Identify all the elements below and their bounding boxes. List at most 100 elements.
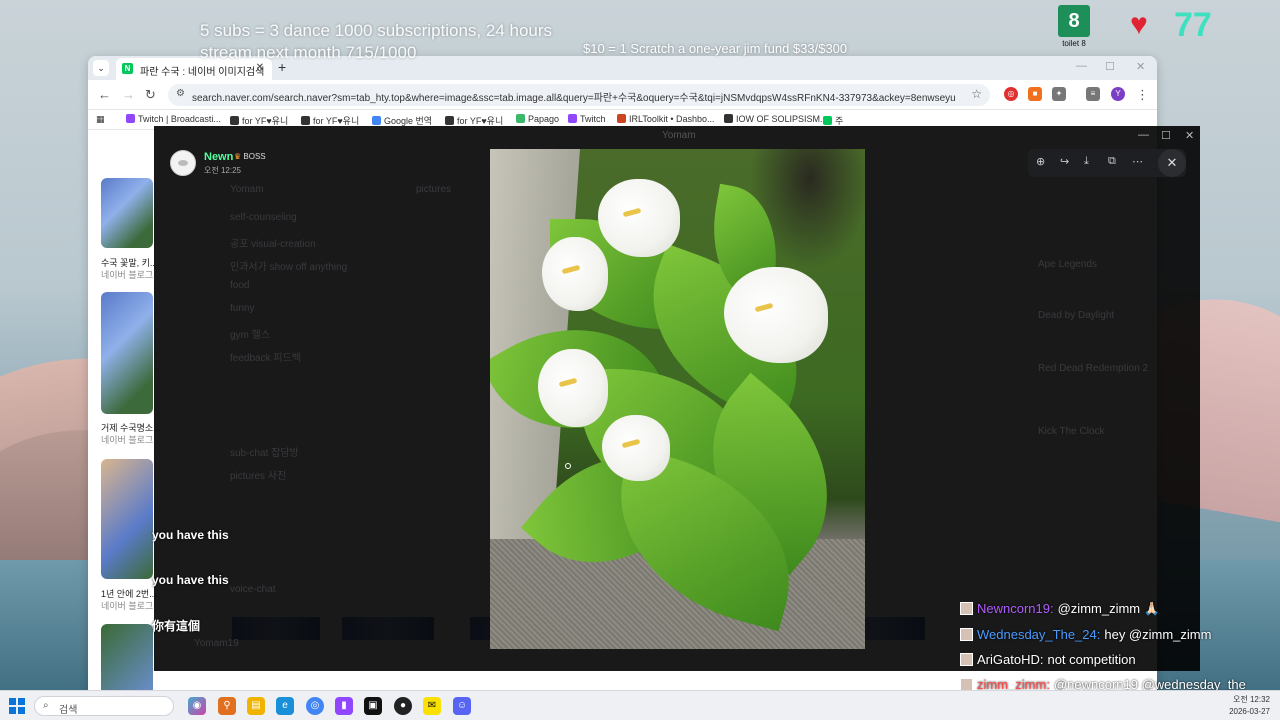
app-icon[interactable]: ● <box>394 697 412 715</box>
server-name: Yomam <box>230 184 264 195</box>
channel-item[interactable]: feedback 피드백 <box>230 349 301 364</box>
forward-icon[interactable]: ↪ <box>1060 155 1069 168</box>
image-flower <box>602 415 670 481</box>
back-icon[interactable]: ← <box>98 87 111 102</box>
maximize-icon[interactable]: ☐ <box>1161 129 1171 142</box>
chat-username: AriGatoHD: <box>977 652 1044 667</box>
bookmark-item[interactable]: IRLToolkit • Dashbo... <box>617 114 715 124</box>
copilot-icon[interactable]: ◉ <box>188 697 206 715</box>
image-viewer-modal: Yomam — ☐ ✕ Yomam pictures self-counseli… <box>154 126 1200 671</box>
bookmark-item[interactable]: Twitch <box>568 114 606 124</box>
discord-window-title: Yomam <box>662 130 696 141</box>
search-icon: ⌕ <box>43 700 49 711</box>
image-flower <box>542 237 608 311</box>
post-timestamp: 오전 12:25 <box>204 166 241 175</box>
url-text: search.naver.com/search.naver?sm=tab_hty… <box>192 93 956 104</box>
channel-header: pictures <box>416 184 452 195</box>
subtitle-line: 你有這個 <box>152 619 201 633</box>
maximize-icon[interactable]: ☐ <box>1105 60 1115 73</box>
result-thumbnail[interactable] <box>101 178 153 248</box>
image-flower <box>538 349 608 427</box>
more-icon[interactable]: ⋯ <box>1132 155 1143 168</box>
address-row: ← → ↻ ⚙ search.naver.com/search.naver?sm… <box>88 80 1157 110</box>
result-source: 네이버 블로그 <box>101 435 154 445</box>
edge-icon[interactable]: e <box>276 697 294 715</box>
taskbar: ⌕ 검색 ◉ ⚲ ▤ e ◎ ▮ ▣ ● ✉ ☺ 오전 12:32 2026-0… <box>0 690 1280 720</box>
avatar[interactable] <box>170 150 196 176</box>
chat-badge-icon <box>960 653 973 666</box>
tab-search-icon[interactable]: ⌄ <box>93 60 109 76</box>
close-viewer-icon[interactable]: ✕ <box>1158 149 1186 177</box>
channel-item[interactable]: gym 헬스 <box>230 326 270 341</box>
clock-time: 오전 12:32 <box>1233 695 1270 704</box>
twitch-icon[interactable]: ▮ <box>335 697 353 715</box>
extension-icon[interactable]: ◎ <box>1004 87 1018 101</box>
channel-item[interactable]: sub-chat 잡담방 <box>230 444 299 459</box>
minimize-icon[interactable]: — <box>1138 129 1149 141</box>
zoom-icon[interactable]: ⊕ <box>1036 155 1045 168</box>
extension-icon[interactable]: ■ <box>1028 87 1042 101</box>
channel-item[interactable]: 공포 visual-creation <box>230 235 316 250</box>
subtitle-line: you have this <box>152 528 229 542</box>
heart-count: 77 <box>1174 6 1212 44</box>
image-flower <box>598 179 680 257</box>
result-thumbnail[interactable] <box>101 459 153 579</box>
result-thumbnail[interactable] <box>101 292 153 414</box>
chat-message: AriGatoHD: not competition <box>960 652 1136 667</box>
sub-counter-label: toilet 8 <box>1062 39 1086 48</box>
system-clock[interactable]: 오전 12:32 2026-03-27 <box>1229 694 1270 718</box>
discord-icon[interactable]: ☺ <box>453 697 471 715</box>
taskbar-search[interactable]: ⌕ 검색 <box>34 696 174 716</box>
channel-item[interactable]: voice-chat <box>230 584 276 595</box>
channel-item[interactable]: food <box>230 280 249 291</box>
address-bar[interactable]: ⚙ search.naver.com/search.naver?sm=tab_h… <box>168 84 990 106</box>
chat-badge-icon <box>960 628 973 641</box>
apps-grid-icon[interactable]: ▦ <box>96 114 105 125</box>
channel-item[interactable]: 인과서가 show off anything <box>230 258 347 273</box>
forward-icon[interactable]: → <box>122 87 135 102</box>
naver-icon: N <box>122 63 133 74</box>
media-control-icon[interactable]: ≡ <box>1086 87 1100 101</box>
kakaotalk-icon[interactable]: ✉ <box>423 697 441 715</box>
windows-start-icon[interactable] <box>9 698 25 714</box>
file-explorer-icon[interactable]: ▤ <box>247 697 265 715</box>
bookmark-star-icon[interactable]: ☆ <box>971 87 982 101</box>
profile-avatar[interactable]: Y <box>1111 87 1125 101</box>
chat-text: hey @zimm_zimm <box>1104 627 1212 642</box>
site-info-icon[interactable]: ⚙ <box>176 88 185 99</box>
crown-icon: ♛ <box>234 152 242 161</box>
author-username[interactable]: Newn <box>204 151 233 163</box>
result-thumbnail[interactable] <box>101 624 153 696</box>
subscription-goal-text: 5 subs = 3 dance 1000 subscriptions, 24 … <box>200 21 553 62</box>
channel-item[interactable]: funny <box>230 303 254 314</box>
minimize-icon[interactable]: — <box>1076 60 1087 72</box>
sub-counter-badge: 8 toilet 8 <box>1058 5 1090 49</box>
search-app-icon[interactable]: ⚲ <box>218 697 236 715</box>
channel-item[interactable]: self-counseling <box>230 212 297 223</box>
result-source: 네이버 블로그 <box>101 270 154 280</box>
bookmark-item[interactable]: Twitch | Broadcasti... <box>126 114 221 124</box>
current-user: Yomam19 <box>194 638 239 649</box>
chat-text: not competition <box>1047 652 1136 667</box>
bookmark-item[interactable]: Papago <box>516 114 559 124</box>
role-badge: ♛ BOSS <box>234 152 266 161</box>
channel-item[interactable]: pictures 사진 <box>230 467 286 482</box>
heart-icon: ♥ <box>1130 8 1148 41</box>
close-window-icon[interactable]: ✕ <box>1136 60 1145 73</box>
download-icon[interactable]: ⤓ <box>1084 155 1089 168</box>
extensions-puzzle-icon[interactable]: ✦ <box>1052 87 1066 101</box>
obs-icon[interactable]: ▣ <box>364 697 382 715</box>
reload-icon[interactable]: ↻ <box>145 87 156 103</box>
activity-item: Red Dead Redemption 2 <box>1038 363 1149 374</box>
clock-date: 2026-03-27 <box>1229 707 1270 716</box>
open-external-icon[interactable]: ⧉ <box>1108 155 1116 168</box>
bookmark-item[interactable]: IOW OF SOLIPSISM... <box>724 114 828 124</box>
image-flower <box>724 267 828 363</box>
mouse-cursor <box>565 463 571 469</box>
chat-username: Wednesday_The_24: <box>977 627 1101 642</box>
menu-kebab-icon[interactable]: ⋮ <box>1136 87 1149 103</box>
viewed-image[interactable] <box>490 149 865 649</box>
close-window-icon[interactable]: ✕ <box>1185 129 1194 142</box>
chrome-icon[interactable]: ◎ <box>306 697 324 715</box>
result-source: 네이버 블로그 <box>101 601 154 611</box>
